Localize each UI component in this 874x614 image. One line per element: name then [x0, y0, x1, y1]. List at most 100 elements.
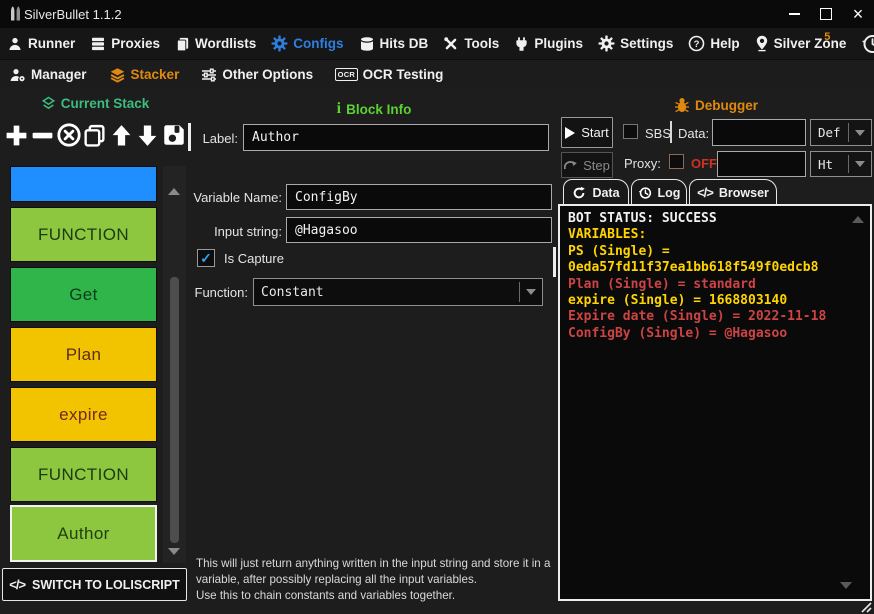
add-block-button[interactable] — [3, 118, 29, 152]
close-button[interactable]: × — [842, 0, 874, 28]
menu-item-plugins[interactable]: Plugins — [514, 36, 583, 52]
stack-block[interactable]: Plan — [10, 327, 157, 382]
menu-item-runner[interactable]: Runner — [7, 36, 75, 52]
debug-output-line: Plan (Single) = standard — [568, 276, 756, 292]
menu-item-proxies[interactable]: Proxies — [90, 36, 160, 52]
stack-block[interactable]: expire — [10, 387, 157, 442]
stack-block[interactable] — [10, 166, 157, 202]
start-button[interactable]: Start — [561, 117, 613, 148]
tab-data[interactable]: Data — [563, 179, 629, 205]
debug-output-line: ConfigBy (Single) = @Hagasoo — [568, 325, 788, 341]
stacker-icon — [109, 67, 126, 83]
code-icon: </> — [697, 185, 714, 200]
data-input[interactable] — [712, 119, 806, 146]
stack-block[interactable]: FUNCTION — [10, 447, 157, 502]
stack-block[interactable]: Get — [10, 267, 157, 322]
info-icon: i — [336, 100, 342, 117]
stack-block[interactable]: FUNCTION — [10, 207, 157, 262]
function-value: Constant — [261, 284, 324, 300]
panel-splitter-right[interactable] — [553, 247, 556, 277]
proxy-type-select[interactable]: Ht — [810, 151, 872, 177]
variable-name-caption: Variable Name: — [193, 190, 282, 205]
scrollbar-thumb[interactable] — [170, 277, 179, 543]
panel-splitter-left[interactable] — [188, 123, 191, 151]
move-down-button[interactable] — [135, 118, 161, 152]
tools-icon — [443, 36, 459, 52]
manager-icon — [9, 67, 26, 83]
resize-grip[interactable] — [858, 601, 872, 613]
clear-stack-button[interactable] — [56, 118, 82, 152]
help-icon: ? — [688, 35, 705, 52]
menu-item-settings[interactable]: Settings — [598, 35, 673, 52]
chevron-down-icon — [520, 289, 542, 295]
step-arrow-icon — [564, 160, 577, 171]
subnav-item-ocr-testing[interactable]: OCR OCR Testing — [335, 67, 443, 82]
duplicate-block-button[interactable] — [82, 118, 108, 152]
sbs-checkbox[interactable] — [623, 124, 638, 139]
block-info-header: i Block Info — [336, 100, 412, 117]
save-stack-button[interactable] — [161, 118, 187, 152]
move-up-button[interactable] — [108, 118, 134, 152]
proxy-input[interactable] — [717, 151, 806, 177]
is-capture-checkbox[interactable]: ✓ — [197, 249, 215, 267]
output-scroll-down-button[interactable] — [840, 582, 852, 589]
menu-item-silver-zone[interactable]: 5 Silver Zone — [755, 31, 846, 52]
settings-icon — [598, 35, 615, 52]
history-icon[interactable] — [861, 33, 874, 55]
svg-text:?: ? — [694, 39, 700, 50]
block-description: This will just return anything written i… — [196, 557, 551, 602]
menu-item-tools[interactable]: Tools — [443, 36, 499, 52]
database-icon — [359, 36, 375, 52]
remove-block-button[interactable] — [29, 118, 55, 152]
function-select[interactable]: Constant — [253, 278, 543, 306]
subnav-item-stacker[interactable]: Stacker — [109, 67, 179, 83]
menu-item-hits-db[interactable]: Hits DB — [359, 36, 428, 52]
bug-icon — [674, 97, 690, 114]
tab-log[interactable]: Log — [631, 179, 687, 205]
switch-to-loliscript-button[interactable]: </> SWITCH TO LOLISCRIPT — [2, 568, 187, 601]
maximize-button[interactable] — [810, 0, 842, 28]
runner-icon — [7, 36, 23, 52]
plugins-icon — [514, 36, 529, 52]
data-type-value: Def — [818, 125, 841, 140]
input-string-input[interactable] — [286, 217, 552, 243]
configs-icon — [271, 35, 288, 52]
proxy-caption: Proxy: — [624, 156, 661, 171]
is-capture-label: Is Capture — [224, 251, 284, 266]
debug-output-line: BOT STATUS: SUCCESS — [568, 211, 717, 226]
wordlists-icon — [175, 36, 190, 52]
minimize-button[interactable] — [778, 0, 810, 28]
output-scroll-up-button[interactable] — [852, 216, 864, 223]
history-icon — [638, 186, 652, 200]
scroll-up-button[interactable] — [168, 188, 180, 195]
proxy-off-status: OFF — [691, 156, 717, 171]
maximize-icon — [820, 8, 832, 20]
variable-name-input[interactable] — [286, 184, 552, 210]
stack-block-selected[interactable]: Author — [10, 505, 157, 562]
app-window: SilverBullet 1.1.2 × Runner Proxies Word… — [0, 0, 874, 614]
separator — [670, 121, 672, 143]
menu-item-wordlists[interactable]: Wordlists — [175, 36, 256, 52]
check-icon: ✓ — [200, 250, 212, 266]
silver-zone-badge: 5 — [824, 31, 831, 43]
tab-browser[interactable]: </> Browser — [689, 179, 777, 205]
current-stack-header: Current Stack — [0, 96, 190, 111]
proxy-checkbox[interactable] — [669, 154, 684, 169]
debug-output: BOT STATUS: SUCCESS VARIABLES: PS (Singl… — [558, 204, 872, 601]
chevron-down-icon — [849, 161, 871, 167]
debug-output-line: 0eda57fd11f37ea1bb618f549f0edcb8 — [568, 260, 819, 276]
menu-item-help[interactable]: ? Help — [688, 35, 740, 52]
menu-item-configs[interactable]: Configs — [271, 35, 344, 52]
scroll-down-button[interactable] — [168, 548, 180, 555]
stack-scrollbar[interactable] — [163, 166, 186, 563]
label-caption: Label: — [202, 131, 238, 146]
function-caption: Function: — [194, 285, 248, 300]
debug-output-line: VARIABLES: — [568, 227, 647, 243]
data-type-select[interactable]: Def — [810, 119, 872, 146]
code-icon: </> — [9, 577, 26, 592]
label-input[interactable] — [243, 124, 549, 151]
proxies-icon — [90, 36, 106, 52]
subnav-item-other-options[interactable]: Other Options — [201, 67, 313, 83]
step-button[interactable]: Step — [561, 152, 613, 178]
subnav-item-manager[interactable]: Manager — [9, 67, 87, 83]
